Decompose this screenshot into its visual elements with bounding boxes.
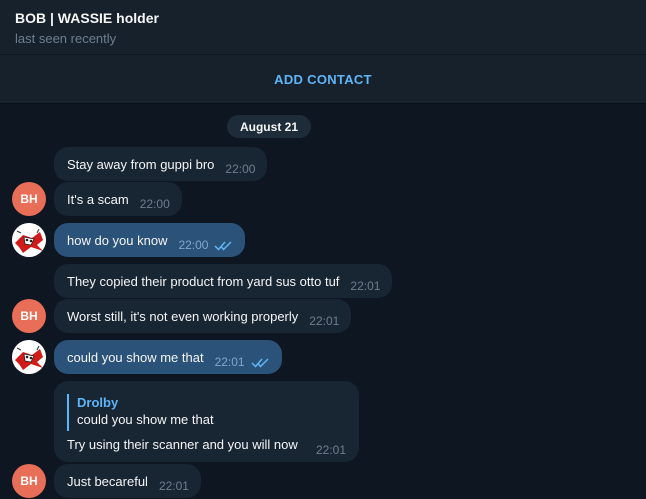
- message-text: Try using their scanner and you will now: [67, 437, 298, 452]
- message-time: 22:01: [350, 279, 381, 293]
- avatar-self[interactable]: [12, 223, 46, 257]
- message-text: could you show me that: [67, 349, 204, 365]
- message-time: 22:00: [178, 238, 209, 252]
- message-text: It's a scam: [67, 191, 129, 207]
- avatar-self[interactable]: [12, 340, 46, 374]
- message-time: 22:01: [309, 314, 340, 328]
- reply-quote[interactable]: Drolby could you show me that: [67, 394, 214, 431]
- message-time: 22:00: [139, 197, 170, 211]
- double-check-icon: [214, 240, 233, 251]
- message-time: 22:01: [214, 355, 245, 369]
- reply-author: Drolby: [77, 395, 119, 410]
- message-incoming[interactable]: Just becareful 22:01: [54, 464, 201, 498]
- message-text: Just becareful: [67, 473, 148, 489]
- message-outgoing[interactable]: how do you know 22:00: [54, 223, 246, 257]
- message-incoming[interactable]: They copied their product from yard sus …: [54, 264, 393, 298]
- add-contact-button[interactable]: ADD CONTACT: [0, 55, 646, 104]
- message-text: Worst still, it's not even working prope…: [67, 308, 299, 324]
- message-text: how do you know: [67, 232, 168, 248]
- wassie-avatar-icon: [12, 223, 46, 257]
- message-time: 22:00: [225, 162, 256, 176]
- double-check-icon: [251, 357, 269, 368]
- chat-header[interactable]: BOB | WASSIE holder last seen recently: [0, 0, 646, 55]
- message-incoming[interactable]: Stay away from guppi bro 22:00: [54, 147, 268, 181]
- message-text: Stay away from guppi bro: [67, 156, 215, 172]
- message-incoming-reply[interactable]: Drolby could you show me that Try using …: [54, 381, 359, 462]
- avatar-bob[interactable]: BH: [12, 464, 46, 498]
- avatar-initials: BH: [20, 192, 38, 206]
- avatar-initials: BH: [20, 474, 38, 488]
- wassie-avatar-icon: [12, 340, 46, 374]
- date-separator: August 21: [227, 115, 311, 138]
- avatar-bob[interactable]: BH: [12, 182, 46, 216]
- avatar-initials: BH: [20, 309, 38, 323]
- avatar-bob[interactable]: BH: [12, 299, 46, 333]
- message-time: 22:01: [158, 479, 189, 493]
- message-text: They copied their product from yard sus …: [67, 273, 340, 289]
- reply-quoted-text: could you show me that: [77, 412, 214, 427]
- chat-status: last seen recently: [15, 31, 117, 46]
- message-time: 22:01: [316, 443, 347, 457]
- message-outgoing[interactable]: could you show me that 22:01: [54, 340, 282, 374]
- message-incoming[interactable]: It's a scam 22:00: [54, 182, 182, 216]
- message-incoming[interactable]: Worst still, it's not even working prope…: [54, 299, 352, 333]
- chat-title[interactable]: BOB | WASSIE holder: [15, 10, 159, 26]
